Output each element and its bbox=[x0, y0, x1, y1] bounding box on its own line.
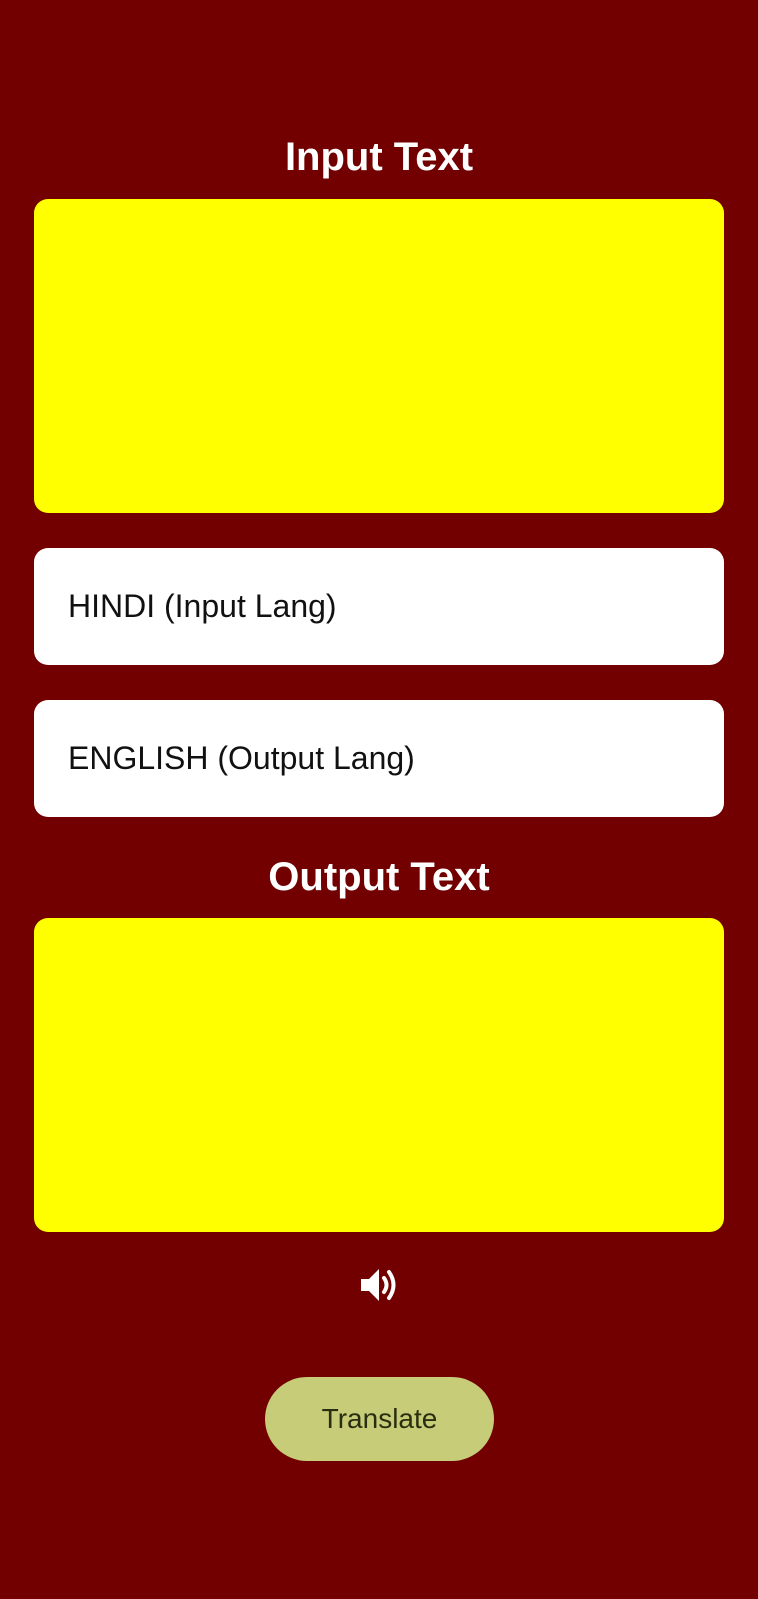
output-text-area[interactable] bbox=[34, 918, 724, 1232]
output-text-heading: Output Text bbox=[268, 855, 490, 899]
output-language-selector[interactable]: ENGLISH (Output Lang) bbox=[34, 700, 724, 817]
output-language-label: ENGLISH (Output Lang) bbox=[68, 740, 415, 776]
input-language-selector[interactable]: HINDI (Input Lang) bbox=[34, 548, 724, 665]
input-language-label: HINDI (Input Lang) bbox=[68, 588, 337, 624]
translate-button[interactable]: Translate bbox=[265, 1377, 494, 1461]
input-text-heading: Input Text bbox=[284, 135, 474, 179]
input-text-area[interactable] bbox=[34, 199, 724, 513]
speaker-volume-icon[interactable] bbox=[358, 1264, 400, 1306]
